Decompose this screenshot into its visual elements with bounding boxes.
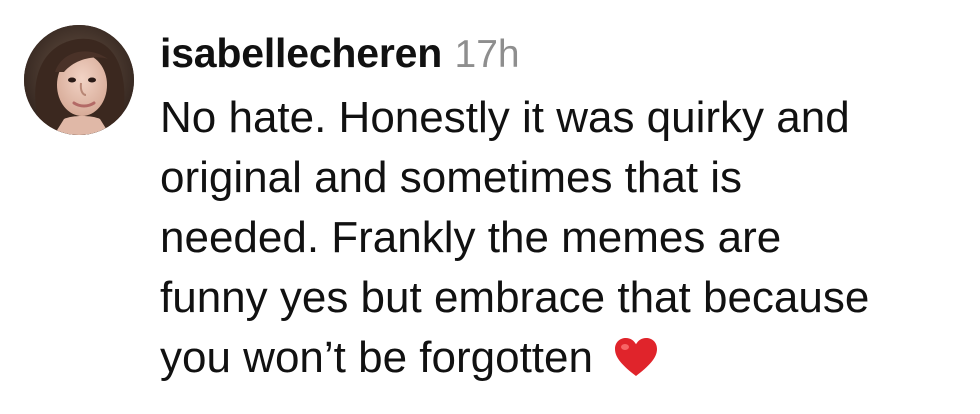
heart-icon [613, 334, 659, 376]
comment: isabellecheren 17h No hate. Honestly it … [0, 0, 980, 414]
comment-line-2: original and sometimes that is [160, 153, 743, 202]
comment-header: isabellecheren 17h [160, 28, 970, 78]
comment-line-5-text: you won’t be forgotten [160, 333, 593, 382]
comment-text: No hate. Honestly it was quirky and orig… [160, 88, 970, 388]
timestamp[interactable]: 17h [455, 33, 520, 76]
comment-line-3: needed. Frankly the memes are [160, 213, 782, 262]
comment-content: isabellecheren 17h No hate. Honestly it … [160, 28, 970, 388]
comment-line-1: No hate. Honestly it was quirky and [160, 93, 850, 142]
comment-line-5: you won’t be forgotten [160, 328, 970, 388]
avatar[interactable] [24, 25, 134, 135]
username-link[interactable]: isabellecheren [160, 30, 442, 76]
comment-line-4: funny yes but embrace that because [160, 273, 870, 322]
